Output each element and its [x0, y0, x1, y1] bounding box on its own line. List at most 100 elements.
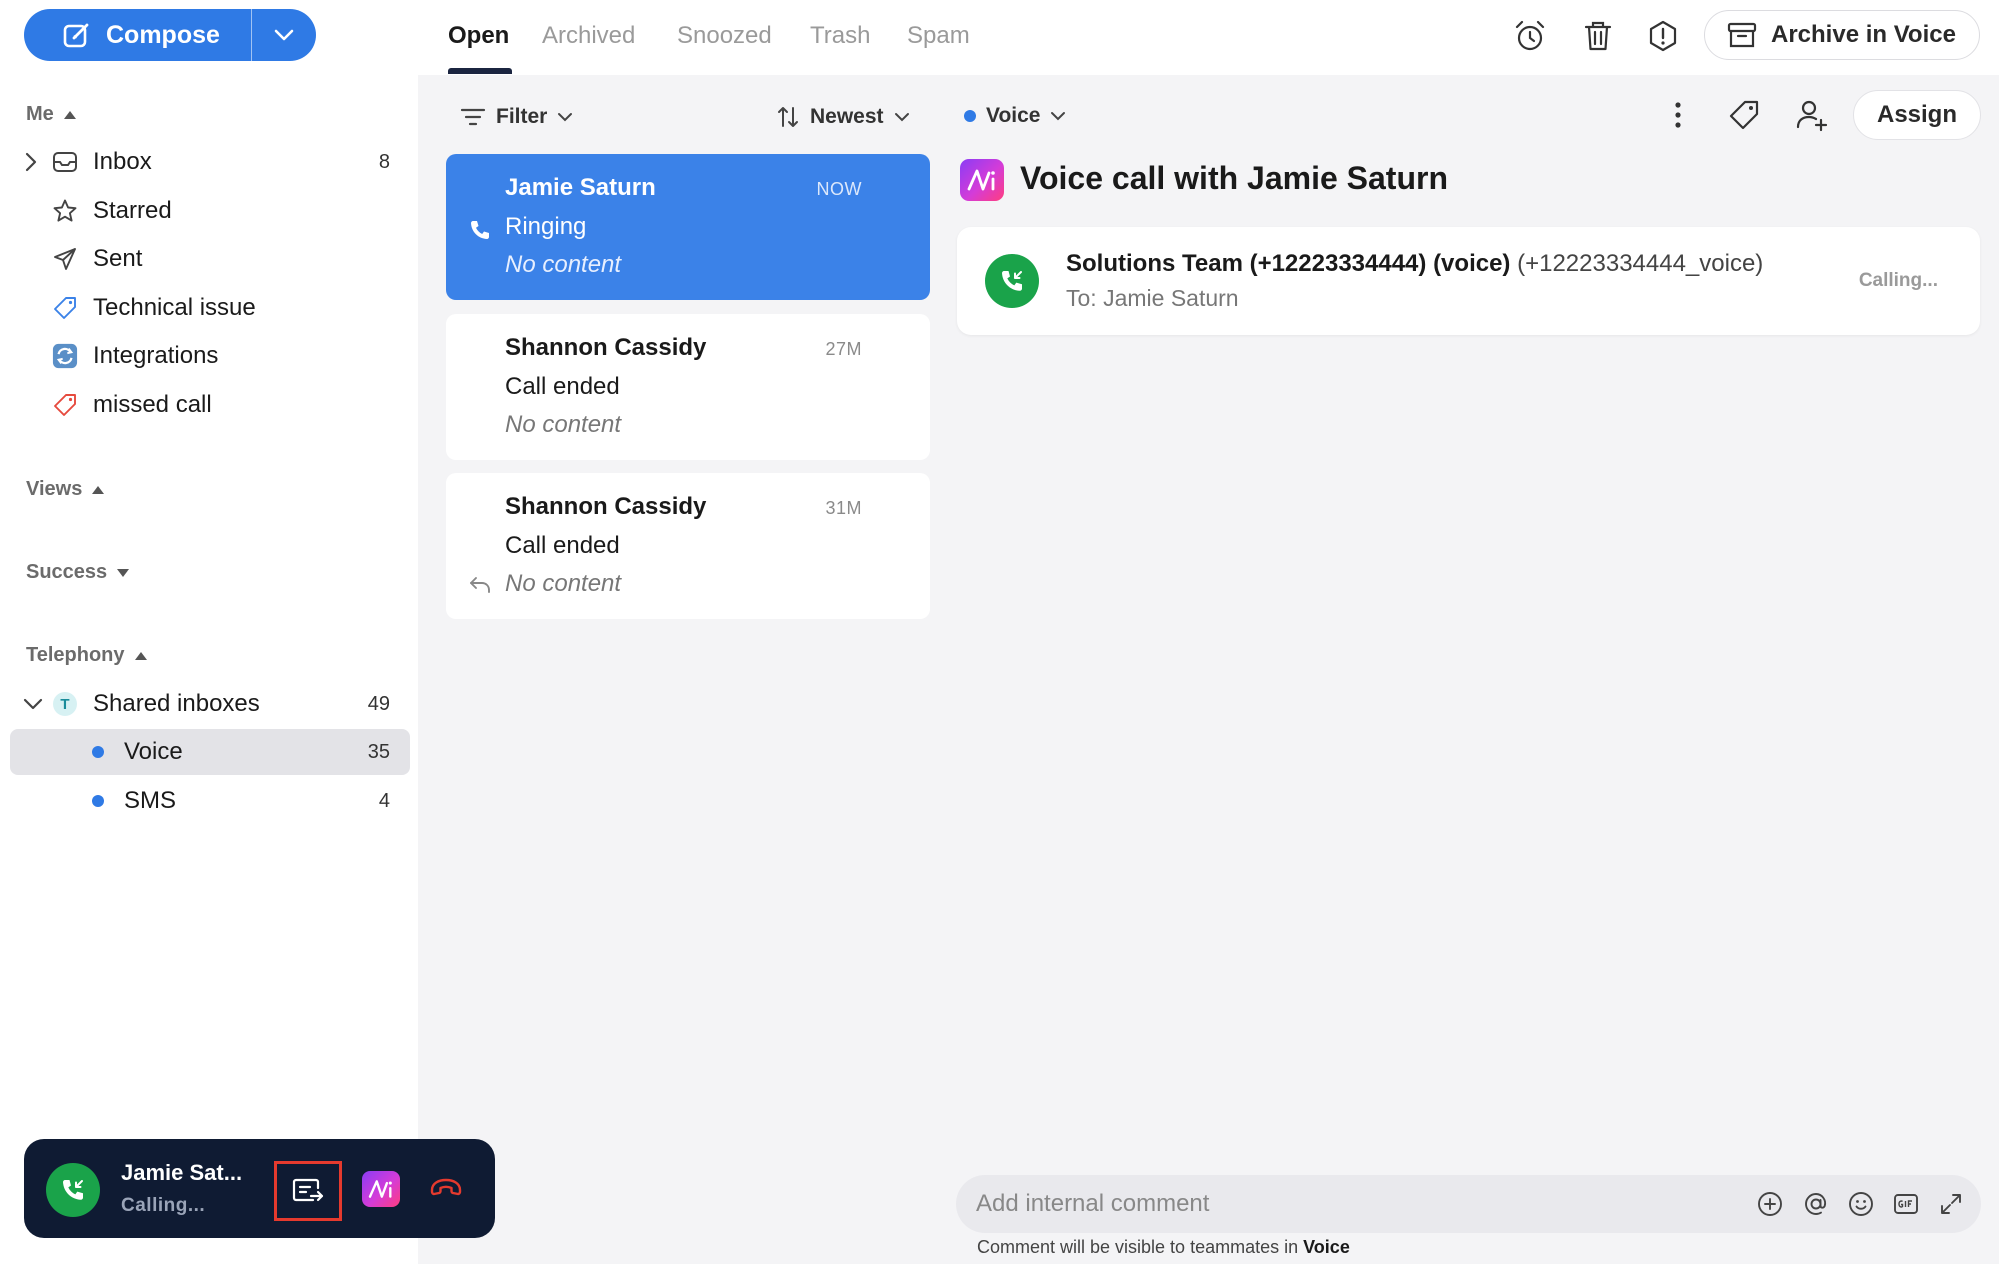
- conversation-title: Voice call with Jamie Saturn: [1020, 160, 1448, 196]
- more-options-button[interactable]: [1660, 97, 1696, 133]
- active-call-widget: Jamie Sat... Calling...: [24, 1139, 495, 1238]
- expand-icon[interactable]: [1937, 1190, 1965, 1218]
- sidebar-item-label: missed call: [93, 391, 212, 418]
- conversation-status: Call ended: [505, 373, 620, 400]
- conversation-snippet: No content: [505, 570, 622, 597]
- tab-snoozed[interactable]: Snoozed: [677, 22, 772, 50]
- inbox-color-dot: [92, 795, 104, 807]
- compose-button-group: Compose: [24, 9, 316, 61]
- sidebar-item-label: Starred: [93, 197, 172, 224]
- snooze-button[interactable]: [1512, 18, 1548, 54]
- conversation-snippet: No content: [505, 251, 622, 278]
- more-vertical-icon: [1675, 102, 1681, 128]
- conversation-item[interactable]: Jamie Saturn NOW Ringing No content: [446, 154, 930, 300]
- incoming-call-icon: [46, 1163, 100, 1217]
- compose-button[interactable]: Compose: [24, 9, 252, 61]
- inbox-color-dot: [964, 110, 976, 122]
- add-assignee-button[interactable]: [1794, 97, 1830, 133]
- telephony-section-label: Telephony: [26, 644, 125, 666]
- sidebar-item-sms[interactable]: SMS 4: [10, 778, 410, 824]
- views-section-label: Views: [26, 478, 83, 500]
- sidebar-item-technical-issue[interactable]: Technical issue: [10, 285, 410, 331]
- inbox-icon: [52, 149, 78, 175]
- sidebar-item-voice[interactable]: Voice 35: [10, 729, 410, 775]
- call-from-handle: (+12223334444_voice): [1517, 250, 1764, 277]
- conversation-time: 27M: [825, 339, 862, 359]
- hang-up-button[interactable]: [428, 1173, 464, 1203]
- caret-down-icon: [117, 568, 130, 577]
- team-badge: T: [53, 692, 77, 716]
- comment-note-text: Comment will be visible to teammates in: [977, 1237, 1299, 1257]
- tab-trash[interactable]: Trash: [810, 22, 870, 50]
- sort-button[interactable]: Newest: [776, 105, 910, 129]
- call-from: Solutions Team (+12223334444) (voice) (+…: [1066, 250, 1763, 278]
- emoji-icon[interactable]: [1847, 1190, 1875, 1218]
- sidebar-item-starred[interactable]: Starred: [10, 188, 410, 234]
- compose-dropdown-button[interactable]: [252, 9, 316, 61]
- tab-spam[interactable]: Spam: [907, 22, 970, 50]
- comment-visibility-note: Comment will be visible to teammates in …: [977, 1237, 1350, 1258]
- views-section-toggle[interactable]: Views: [26, 478, 105, 501]
- archive-box-icon: [1727, 22, 1757, 48]
- sidebar: Compose Me Inbox 8 Starred Sent Technica…: [0, 0, 418, 1264]
- delete-button[interactable]: [1580, 18, 1616, 54]
- spam-button[interactable]: [1645, 18, 1681, 54]
- sidebar-item-count: 49: [367, 692, 390, 715]
- tag-button[interactable]: [1726, 97, 1762, 133]
- sidebar-item-label: Sent: [93, 245, 143, 272]
- tag-icon: [52, 392, 78, 418]
- compose-icon: [62, 20, 92, 50]
- alarm-clock-icon: [1515, 20, 1545, 51]
- me-section-toggle[interactable]: Me: [26, 103, 76, 126]
- caller-name: Jamie Sat...: [121, 1160, 243, 1185]
- sidebar-item-integrations[interactable]: Integrations: [10, 333, 410, 379]
- user-plus-icon: [1796, 100, 1828, 132]
- conversation-status: Call ended: [505, 532, 620, 559]
- chevron-down-icon: [1051, 112, 1066, 121]
- inbox-color-dot: [92, 746, 104, 758]
- tab-open[interactable]: Open: [448, 22, 509, 50]
- success-section-toggle[interactable]: Success: [26, 561, 130, 584]
- conversation-time: NOW: [816, 179, 862, 199]
- inbox-selector[interactable]: Voice: [964, 104, 1066, 128]
- tag-icon: [1729, 100, 1759, 130]
- conversation-snippet: No content: [505, 411, 622, 438]
- sidebar-item-label: Technical issue: [93, 294, 256, 321]
- sidebar-item-label: Shared inboxes: [93, 690, 260, 717]
- sidebar-item-inbox[interactable]: Inbox 8: [10, 139, 410, 185]
- comment-placeholder: Add internal comment: [976, 1190, 1210, 1217]
- chevron-down-icon: [894, 113, 909, 122]
- caret-up-icon: [63, 110, 76, 119]
- trash-icon: [1584, 21, 1612, 51]
- sidebar-item-count: 8: [378, 150, 390, 173]
- team-badge-icon: T: [52, 691, 78, 717]
- conversation-item[interactable]: Shannon Cassidy 27M Call ended No conten…: [446, 314, 930, 460]
- archive-in-voice-button[interactable]: Archive in Voice: [1704, 10, 1980, 60]
- chevron-right-icon: [25, 152, 37, 172]
- transfer-call-button[interactable]: [274, 1161, 342, 1221]
- sidebar-item-missed-call[interactable]: missed call: [10, 382, 410, 428]
- assign-button[interactable]: Assign: [1853, 90, 1981, 140]
- sidebar-item-count: 4: [378, 789, 390, 812]
- telephony-section-toggle[interactable]: Telephony: [26, 644, 147, 667]
- inbox-selector-label: Voice: [986, 104, 1041, 127]
- sidebar-item-sent[interactable]: Sent: [10, 236, 410, 282]
- incoming-call-icon: [985, 254, 1039, 308]
- call-status: Calling...: [1858, 270, 1938, 291]
- internal-comment-input[interactable]: Add internal comment: [956, 1175, 1981, 1233]
- ai-assistant-button[interactable]: [362, 1171, 400, 1207]
- sidebar-item-shared-inboxes[interactable]: T Shared inboxes 49: [10, 681, 410, 727]
- sort-arrows-icon: [778, 107, 798, 127]
- archive-button-label: Archive in Voice: [1771, 21, 1956, 48]
- caller-status: Calling...: [121, 1195, 206, 1216]
- gif-icon[interactable]: [1892, 1190, 1920, 1218]
- tab-archived[interactable]: Archived: [542, 22, 635, 50]
- sidebar-item-label: Integrations: [93, 342, 219, 369]
- add-attachment-icon[interactable]: [1756, 1190, 1784, 1218]
- mention-icon[interactable]: [1802, 1190, 1830, 1218]
- conversation-item[interactable]: Shannon Cassidy 31M Call ended No conten…: [446, 473, 930, 619]
- hang-up-icon: [430, 1178, 462, 1196]
- filter-button[interactable]: Filter: [460, 105, 573, 129]
- caret-up-icon: [134, 651, 147, 660]
- reply-icon: [468, 575, 492, 595]
